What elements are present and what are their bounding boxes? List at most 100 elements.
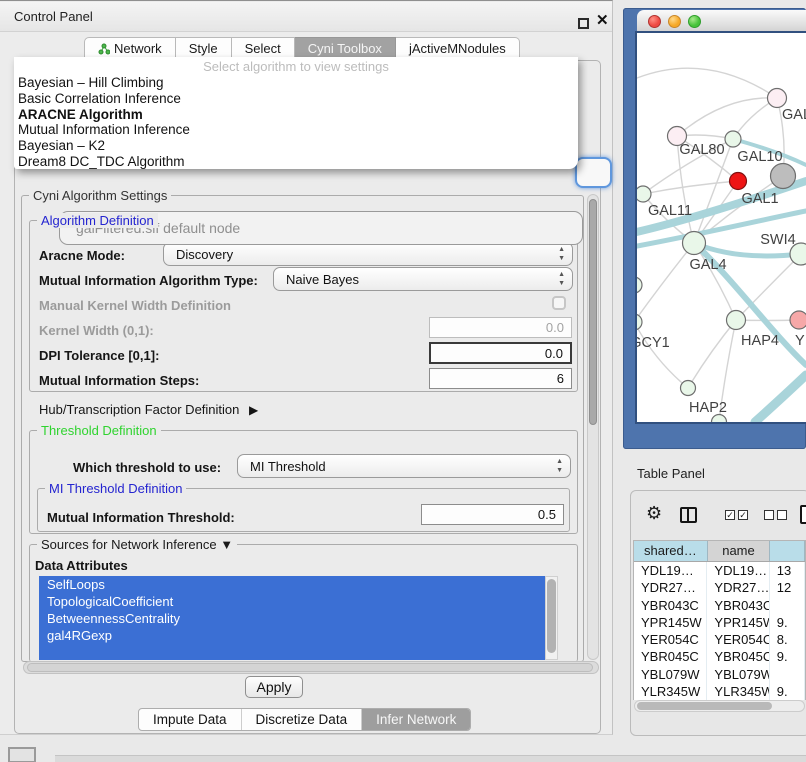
settings-vertical-scrollbar[interactable] (587, 194, 599, 660)
close-icon[interactable]: ✕ (596, 11, 609, 29)
network-edge (677, 98, 777, 136)
table-cell: YDL19… (634, 562, 707, 579)
network-node[interactable] (771, 164, 796, 189)
zoom-light[interactable] (688, 15, 701, 28)
network-node-gal[interactable] (768, 89, 787, 108)
mi-type-select[interactable]: Naive Bayes ▲▼ (273, 267, 573, 291)
network-node-gal11[interactable] (637, 186, 651, 202)
mi-threshold-label: Mutual Information Threshold: (47, 510, 235, 525)
table-row[interactable]: YBL079WYBL079W (634, 666, 805, 683)
table-row[interactable]: YPR145WYPR145W9. (634, 614, 805, 631)
dpi-tolerance-label: DPI Tolerance [0,1]: (39, 348, 159, 363)
manual-kernel-checkbox[interactable] (552, 296, 566, 310)
tab-label: Cyni Toolbox (308, 38, 382, 59)
node-label: GAL1 (741, 191, 778, 207)
table-row[interactable]: YBR043CYBR043C (634, 597, 805, 614)
hub-definition-expander[interactable]: Hub/Transcription Factor Definition ▶ (39, 402, 258, 417)
table-cell: 8. (770, 631, 805, 648)
table-cell: 12 (770, 579, 805, 596)
tab-label: Select (245, 38, 281, 59)
network-node-gcy1[interactable] (637, 314, 642, 330)
table-row[interactable]: YER054CYER054C8. (634, 631, 805, 648)
network-node[interactable] (637, 277, 642, 293)
column-header[interactable] (770, 541, 805, 561)
panel-dock-icon[interactable] (8, 747, 36, 762)
sources-group-title[interactable]: Sources for Network Inference ▼ (37, 537, 237, 552)
data-attribute-item[interactable]: gal4RGexp (39, 627, 545, 644)
stepper-arrows-icon: ▲▼ (556, 457, 563, 475)
table-horizontal-scrollbar[interactable] (634, 700, 805, 712)
table-row[interactable]: YDL19…YDL19…13 (634, 562, 805, 579)
bottom-tab-discretize-data[interactable]: Discretize Data (242, 709, 363, 730)
threshold-definition-title: Threshold Definition (37, 423, 161, 438)
table-toolbar: ⚙ ✓✓ (637, 503, 806, 533)
document-icon[interactable] (800, 505, 806, 524)
table-row[interactable]: YLR345WYLR345W9. (634, 683, 805, 700)
mi-steps-field[interactable]: 6 (429, 368, 572, 389)
float-icon[interactable] (578, 18, 589, 29)
panel-title: Control Panel (14, 9, 93, 24)
close-light[interactable] (648, 15, 661, 28)
tab-label: Style (189, 38, 218, 59)
kernel-width-field[interactable]: 0.0 (429, 317, 572, 338)
network-node-hap4[interactable] (727, 311, 746, 330)
network-node-gal1[interactable] (730, 173, 747, 190)
algorithm-option[interactable]: Basic Correlation Inference (18, 91, 574, 107)
table-cell (770, 666, 805, 683)
data-attribute-item[interactable]: SelfLoops (39, 576, 545, 593)
node-label: GCY1 (637, 335, 670, 351)
focused-combobox-partial[interactable] (575, 157, 612, 188)
chevron-right-icon: ▶ (249, 403, 258, 417)
node-label: GAL4 (689, 257, 726, 273)
node-label: GAL10 (737, 149, 782, 165)
minimize-light[interactable] (668, 15, 681, 28)
network-window-titlebar[interactable] (637, 10, 806, 33)
dropdown-item-list: Bayesian – Hill ClimbingBasic Correlatio… (18, 75, 574, 170)
apply-button[interactable]: Apply (245, 676, 303, 698)
algorithm-definition-title: Algorithm Definition (37, 213, 158, 228)
algorithm-option[interactable]: Mutual Information Inference (18, 122, 574, 138)
gear-icon[interactable]: ⚙ (646, 503, 662, 524)
tab-label: jActiveMNodules (409, 38, 506, 59)
settings-horizontal-scrollbar[interactable] (23, 661, 599, 674)
table-cell: 9. (770, 648, 805, 665)
column-header[interactable]: shared… (634, 541, 708, 561)
attributes-list-scrollbar[interactable] (545, 576, 558, 660)
network-node-gal4[interactable] (683, 232, 706, 255)
node-label: SWI4 (760, 232, 795, 248)
algorithm-option[interactable]: Bayesian – K2 (18, 138, 574, 154)
select-all-icon[interactable]: ✓✓ (725, 510, 748, 520)
network-node-hap2[interactable] (681, 381, 696, 396)
table-cell: 9. (770, 614, 805, 631)
table-row[interactable]: YDR27…YDR27…12 (634, 579, 805, 596)
column-header[interactable]: name (708, 541, 770, 561)
algorithm-option[interactable]: ARACNE Algorithm (18, 107, 574, 123)
algorithm-option[interactable]: Dream8 DC_TDC Algorithm (18, 154, 574, 170)
table-cell: YBR043C (634, 597, 707, 614)
data-attribute-item[interactable]: TopologicalCoefficient (39, 593, 545, 610)
algorithm-option[interactable]: Bayesian – Hill Climbing (18, 75, 574, 91)
data-attribute-item[interactable]: BetweennessCentrality (39, 610, 545, 627)
deselect-all-icon[interactable] (764, 510, 787, 520)
cyni-algorithm-settings-title: Cyni Algorithm Settings (29, 188, 171, 203)
network-node-y[interactable] (790, 311, 806, 329)
dpi-tolerance-field[interactable]: 0.0 (429, 342, 572, 364)
table-cell: YER054C (707, 631, 769, 648)
table-cell: YLR345W (707, 683, 769, 700)
aracne-mode-select[interactable]: Discovery ▲▼ (163, 242, 573, 266)
network-node-gal10[interactable] (725, 131, 741, 147)
table-row[interactable]: YBR045CYBR045C9. (634, 648, 805, 665)
network-edge (736, 254, 801, 320)
network-canvas[interactable]: GALGAL80GAL10GAL1GAL11GAL4SWI4GCY1HAP4YH… (637, 33, 806, 422)
columns-icon[interactable] (680, 507, 697, 523)
mi-threshold-field[interactable]: 0.5 (421, 504, 564, 525)
node-label: HAP4 (741, 333, 779, 349)
node-table: shared…name YDL19…YDL19…13YDR27…YDR27…12… (633, 540, 806, 700)
algorithm-dropdown: Select algorithm to view settings Bayesi… (14, 57, 578, 169)
bottom-tab-impute-data[interactable]: Impute Data (139, 709, 242, 730)
which-threshold-select[interactable]: MI Threshold ▲▼ (237, 454, 571, 478)
bottom-tab-infer-network[interactable]: Infer Network (362, 709, 470, 730)
table-cell (770, 597, 805, 614)
network-edge (637, 243, 694, 322)
data-attributes-list[interactable]: SelfLoopsTopologicalCoefficientBetweenne… (39, 576, 545, 660)
